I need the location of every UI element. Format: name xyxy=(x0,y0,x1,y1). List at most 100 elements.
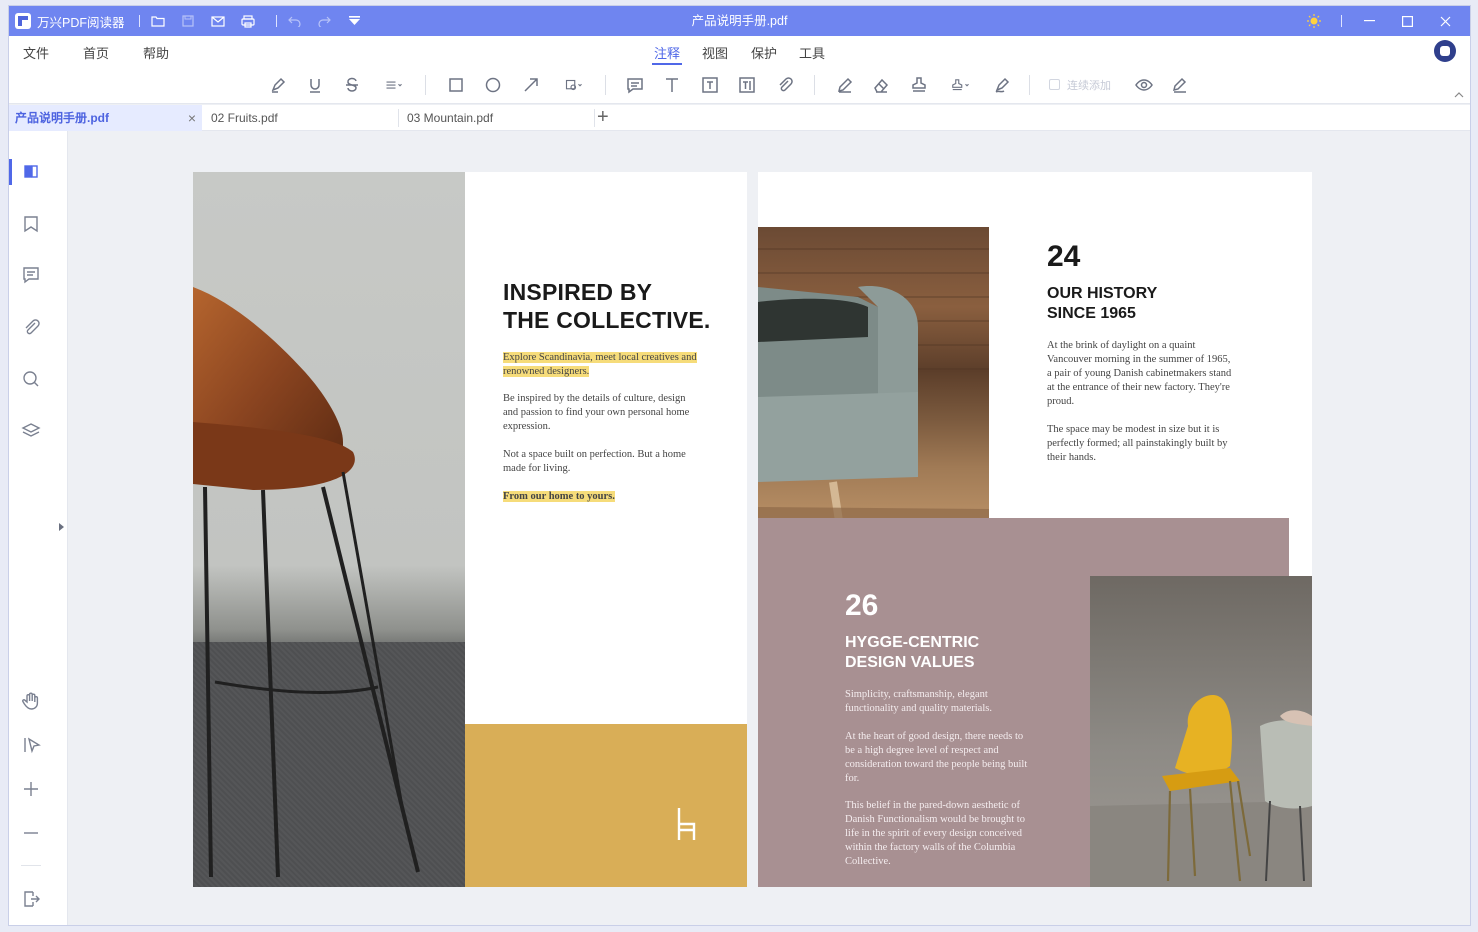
section-number: 24 xyxy=(1047,240,1081,273)
circle-icon[interactable] xyxy=(482,74,504,96)
strikethrough-icon[interactable] xyxy=(341,74,363,96)
layers-icon[interactable] xyxy=(19,419,43,443)
expand-sidebar-icon[interactable] xyxy=(59,523,64,531)
attachments-panel-icon[interactable] xyxy=(19,316,43,340)
menu-bar: 文件 首页 帮助 注释 视图 保护 工具 xyxy=(9,36,1470,66)
divider xyxy=(1341,15,1342,27)
paragraph: This belief in the pared-down aesthetic … xyxy=(845,800,1025,867)
gold-color-block xyxy=(465,724,747,887)
page1-title: INSPIRED BY THE COLLECTIVE. xyxy=(503,278,710,334)
divider xyxy=(21,865,41,866)
doc-tab-label: 产品说明手册.pdf xyxy=(15,111,109,125)
divider xyxy=(425,75,426,95)
open-folder-icon[interactable] xyxy=(148,6,168,36)
stamp-icon[interactable] xyxy=(908,74,930,96)
select-tool-icon[interactable] xyxy=(19,733,43,757)
doc-tab-label: 03 Mountain.pdf xyxy=(407,111,494,125)
highlighted-tagline: From our home to yours. xyxy=(503,490,615,504)
attachment-icon[interactable] xyxy=(774,74,796,96)
edit-annotation-icon[interactable] xyxy=(1169,74,1191,96)
divider xyxy=(594,109,595,127)
tab-protect[interactable]: 保护 xyxy=(751,43,777,62)
pdf-page-1: INSPIRED BY THE COLLECTIVE. Explore Scan… xyxy=(193,172,747,887)
search-icon[interactable] xyxy=(19,367,43,391)
menu-help[interactable]: 帮助 xyxy=(143,43,169,62)
active-tab-indicator xyxy=(652,63,682,65)
heading-line: SINCE 1965 xyxy=(1047,305,1136,322)
divider xyxy=(814,75,815,95)
paragraph: At the brink of daylight on a quaint Van… xyxy=(1047,340,1232,407)
leather-chair-illustration xyxy=(193,287,420,878)
sign-icon[interactable] xyxy=(991,74,1013,96)
eraser-icon[interactable] xyxy=(870,74,892,96)
highlight-annotation[interactable]: From our home to yours. xyxy=(503,491,615,502)
sofa-illustration xyxy=(758,248,989,547)
customize-dropdown-icon[interactable] xyxy=(345,6,365,36)
doc-tab-active[interactable]: 产品说明手册.pdf × xyxy=(9,105,202,131)
zoom-in-icon[interactable] xyxy=(19,777,43,801)
tab-annotate[interactable]: 注释 xyxy=(654,43,680,62)
annotation-toolbar xyxy=(9,66,1470,104)
doc-tab[interactable]: 03 Mountain.pdf xyxy=(401,105,593,131)
print-icon[interactable] xyxy=(238,6,258,36)
title-bar: 万兴PDF阅读器 产品说明手册.pdf xyxy=(9,6,1470,36)
tab-tools[interactable]: 工具 xyxy=(799,43,825,62)
hand-tool-icon[interactable] xyxy=(19,689,43,713)
undo-icon[interactable] xyxy=(285,6,305,36)
shapes-dropdown-icon[interactable] xyxy=(559,74,589,96)
comment-icon[interactable] xyxy=(624,74,646,96)
comments-panel-icon[interactable] xyxy=(19,263,43,287)
yellow-chair-photo xyxy=(1090,576,1312,887)
heading-line: OUR HISTORY xyxy=(1047,285,1158,302)
menu-file[interactable]: 文件 xyxy=(23,43,49,62)
highlight-icon[interactable] xyxy=(267,74,289,96)
save-icon[interactable] xyxy=(178,6,198,36)
divider xyxy=(275,15,277,27)
menu-home[interactable]: 首页 xyxy=(83,43,109,62)
paragraph: The space may be modest in size but it i… xyxy=(1047,424,1228,463)
heading-line: HYGGE-CENTRIC xyxy=(845,634,980,651)
exit-icon[interactable] xyxy=(19,887,43,911)
title-line-1: INSPIRED BY xyxy=(503,279,653,305)
text-box-icon[interactable] xyxy=(699,74,721,96)
mail-icon[interactable] xyxy=(208,6,228,36)
section-heading: HYGGE-CENTRIC DESIGN VALUES xyxy=(845,633,979,673)
divider xyxy=(138,15,140,27)
zoom-out-icon[interactable] xyxy=(19,821,43,845)
document-tabs: 产品说明手册.pdf × 02 Fruits.pdf 03 Mountain.p… xyxy=(9,105,1470,131)
app-name: 万兴PDF阅读器 xyxy=(37,15,125,30)
paragraph: Simplicity, craftsmanship, elegant funct… xyxy=(845,689,992,714)
tab-view[interactable]: 视图 xyxy=(702,43,728,62)
account-icon[interactable] xyxy=(1434,40,1456,62)
bookmarks-icon[interactable] xyxy=(19,212,43,236)
minimize-icon[interactable] xyxy=(1350,6,1388,36)
close-tab-icon[interactable]: × xyxy=(188,105,196,131)
continuous-add-checkbox[interactable] xyxy=(1049,79,1060,90)
text-markup-dropdown-icon[interactable] xyxy=(379,74,409,96)
callout-icon[interactable] xyxy=(736,74,758,96)
doc-tab-label: 02 Fruits.pdf xyxy=(211,111,278,125)
rectangle-icon[interactable] xyxy=(445,74,467,96)
text-icon[interactable] xyxy=(661,74,683,96)
paragraph: Be inspired by the details of culture, d… xyxy=(503,393,690,432)
section-number: 26 xyxy=(845,589,879,622)
signature-stamp-dropdown-icon[interactable] xyxy=(946,74,976,96)
sofa-photo xyxy=(758,227,989,547)
theme-toggle-icon[interactable] xyxy=(1295,6,1333,36)
pencil-icon[interactable] xyxy=(834,74,856,96)
redo-icon[interactable] xyxy=(315,6,335,36)
thumbnails-icon[interactable] xyxy=(19,160,43,184)
app-logo-icon xyxy=(15,13,31,29)
title-line-2: THE COLLECTIVE. xyxy=(503,307,711,333)
doc-tab[interactable]: 02 Fruits.pdf xyxy=(205,105,397,131)
arrow-icon[interactable] xyxy=(520,74,542,96)
highlighted-paragraph: Explore Scandinavia, meet local creative… xyxy=(503,351,703,379)
highlight-annotation[interactable]: Explore Scandinavia, meet local creative… xyxy=(503,352,697,377)
new-tab-icon[interactable]: + xyxy=(597,105,609,131)
collapse-ribbon-icon[interactable] xyxy=(1454,90,1464,100)
show-hide-annotations-icon[interactable] xyxy=(1133,74,1155,96)
close-icon[interactable] xyxy=(1426,6,1464,36)
divider xyxy=(1029,75,1030,95)
maximize-icon[interactable] xyxy=(1388,6,1426,36)
underline-icon[interactable] xyxy=(304,74,326,96)
